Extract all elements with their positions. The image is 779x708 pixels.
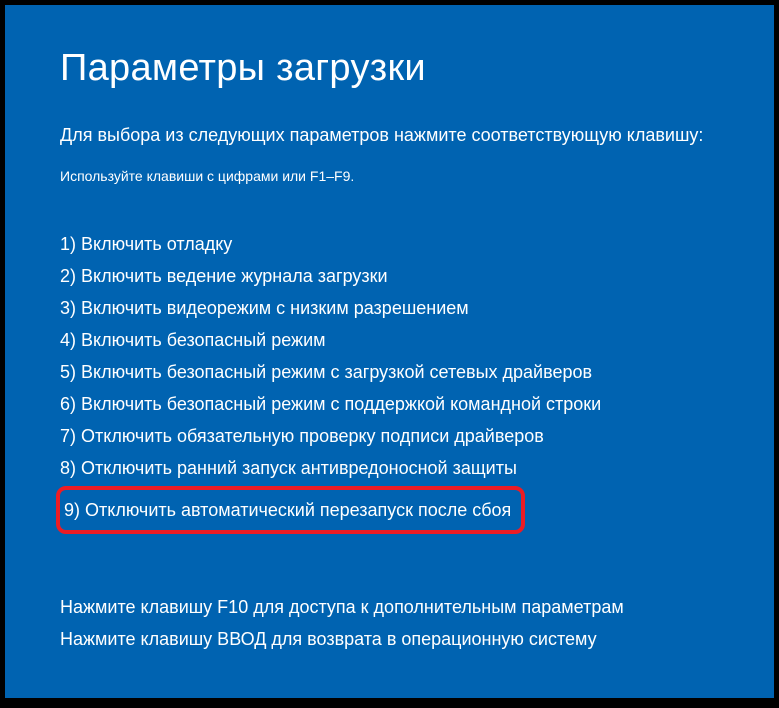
enter-instruction: Нажмите клавишу ВВОД для возврата в опер… (60, 624, 719, 656)
startup-settings-screen: Параметры загрузки Для выбора из следующ… (5, 5, 774, 698)
boot-options-list: 1) Включить отладку 2) Включить ведение … (60, 228, 719, 534)
hint-text: Используйте клавиши с цифрами или F1–F9. (60, 168, 719, 184)
f10-instruction: Нажмите клавишу F10 для доступа к дополн… (60, 592, 719, 624)
footer-instructions: Нажмите клавишу F10 для доступа к дополн… (60, 592, 719, 655)
option-9-disable-auto-restart[interactable]: 9) Отключить автоматический перезапуск п… (64, 494, 511, 526)
page-title: Параметры загрузки (60, 47, 719, 90)
option-7-disable-driver-signature[interactable]: 7) Отключить обязательную проверку подпи… (60, 420, 544, 452)
option-3-low-res-video[interactable]: 3) Включить видеорежим с низким разрешен… (60, 292, 469, 324)
option-5-safe-mode-networking[interactable]: 5) Включить безопасный режим с загрузкой… (60, 356, 592, 388)
option-1-enable-debugging[interactable]: 1) Включить отладку (60, 228, 232, 260)
option-6-safe-mode-command[interactable]: 6) Включить безопасный режим с поддержко… (60, 388, 601, 420)
highlight-box: 9) Отключить автоматический перезапуск п… (56, 486, 525, 534)
option-4-safe-mode[interactable]: 4) Включить безопасный режим (60, 324, 326, 356)
option-2-enable-boot-logging[interactable]: 2) Включить ведение журнала загрузки (60, 260, 388, 292)
option-8-disable-antimalware[interactable]: 8) Отключить ранний запуск антивредоносн… (60, 452, 517, 484)
instruction-text: Для выбора из следующих параметров нажми… (60, 122, 719, 150)
